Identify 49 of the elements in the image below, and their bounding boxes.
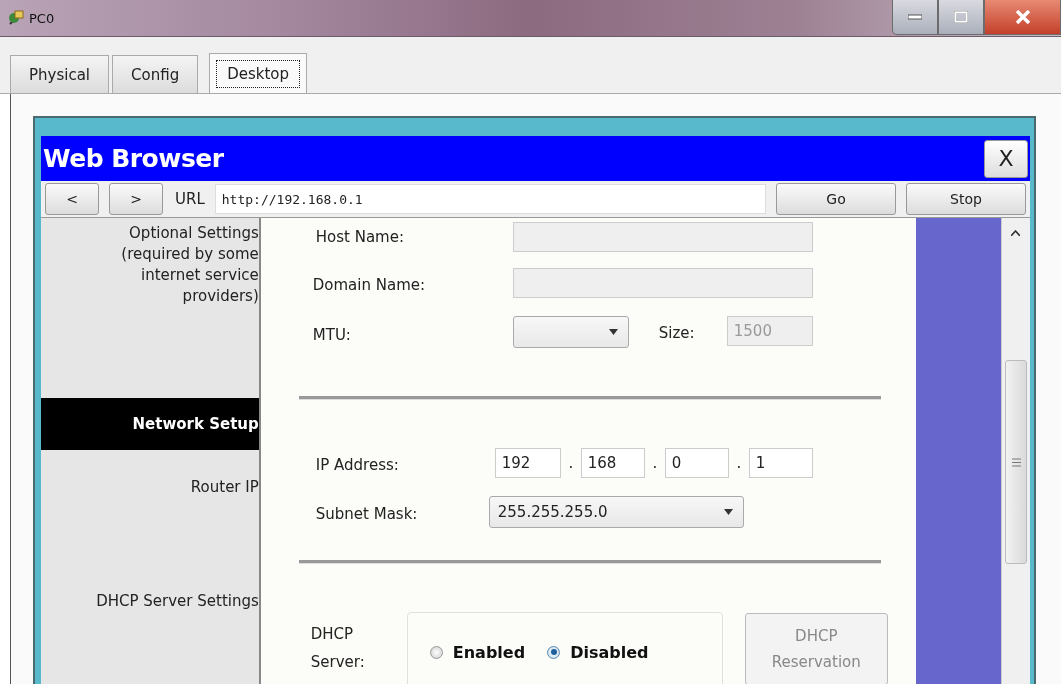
input-field[interactable]: 168: [580, 448, 645, 478]
back-button[interactable]: <: [45, 183, 99, 215]
section-label: Router IP: [189, 477, 259, 498]
grip-icon: [1011, 457, 1021, 467]
forward-button[interactable]: >: [109, 183, 163, 215]
input-field[interactable]: 0: [664, 448, 729, 478]
caret-icon: [723, 509, 733, 515]
radio-label: Disabled: [570, 642, 649, 662]
maximize-icon: [954, 11, 968, 23]
field-label: Domain Name:: [312, 276, 426, 294]
input-field[interactable]: 1: [748, 448, 813, 478]
tab[interactable]: Desktop: [209, 53, 308, 93]
input-field[interactable]: 192: [494, 448, 561, 478]
go-button[interactable]: Go: [776, 183, 896, 215]
url-label: URL: [175, 190, 205, 208]
field-label: Host Name:: [315, 228, 404, 246]
minimize-icon: [908, 14, 922, 20]
window-title: PC0: [29, 10, 55, 26]
field-label: Size:: [658, 324, 695, 342]
scrollbar[interactable]: [1001, 218, 1030, 684]
browser-title: Web Browser: [43, 144, 224, 173]
url-field[interactable]: http://192.168.0.1: [214, 184, 766, 214]
scroll-up-icon[interactable]: [1011, 230, 1020, 236]
radio-button[interactable]: [429, 645, 443, 659]
tab[interactable]: Physical: [10, 55, 110, 93]
caret-icon: [608, 329, 618, 335]
radio-label: Enabled: [452, 642, 526, 662]
radio-button[interactable]: [547, 645, 561, 659]
field-label: MTU:: [312, 326, 351, 344]
close-icon: [1014, 10, 1031, 24]
field-label: DHCP Server:: [310, 624, 366, 673]
field-label: IP Address:: [315, 456, 399, 474]
dropdown[interactable]: [512, 316, 629, 348]
stop-button[interactable]: Stop: [906, 183, 1026, 215]
pc-icon: [7, 9, 25, 27]
maximize-button[interactable]: [938, 0, 984, 35]
close-button[interactable]: X: [984, 139, 1028, 178]
separator-dot: .: [567, 454, 575, 472]
section-header: Network Setup: [41, 398, 259, 450]
section-label: DHCP Server Settings: [95, 591, 259, 612]
field-label: Subnet Mask:: [315, 505, 418, 523]
dropdown[interactable]: 255.255.255.0: [488, 496, 744, 528]
tab[interactable]: Config: [112, 55, 199, 93]
section-label: Optional Settings (required by some internet service providers): [120, 223, 259, 307]
separator-dot: .: [735, 454, 743, 472]
scroll-thumb[interactable]: [1005, 360, 1027, 564]
minimize-button[interactable]: [892, 0, 938, 35]
separator-dot: .: [651, 454, 659, 472]
close-button[interactable]: [984, 0, 1061, 35]
